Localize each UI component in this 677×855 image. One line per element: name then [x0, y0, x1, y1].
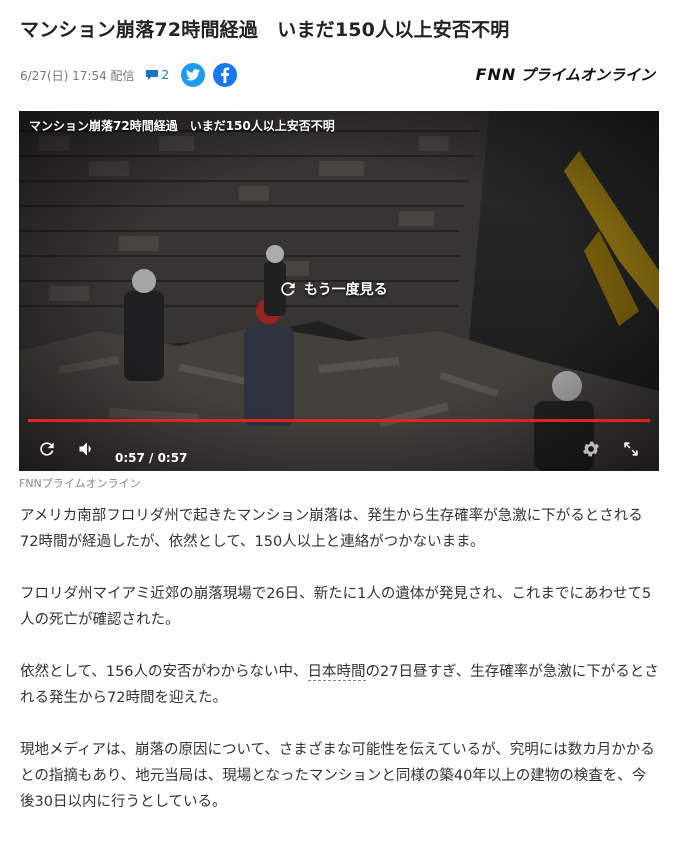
video-time: 0:57 / 0:57	[115, 451, 188, 465]
video-player[interactable]: マンション崩落72時間経過 いまだ150人以上安否不明 もう一度見る 0:57 …	[19, 111, 659, 471]
paragraph: 依然として、156人の安否がわからない中、日本時間の27日昼すぎ、生存確率が急激…	[20, 659, 660, 711]
replay-control-button[interactable]	[37, 439, 57, 463]
article-meta: 6/27(日) 17:54 配信 2	[20, 62, 238, 88]
video-controls: 0:57 / 0:57	[19, 425, 659, 471]
paragraph-text: 依然として、156人の安否がわからない中、	[20, 664, 308, 680]
comment-link[interactable]: 2	[145, 68, 170, 82]
twitter-share-button[interactable]	[181, 63, 206, 87]
replay-label: もう一度見る	[304, 282, 388, 298]
settings-button[interactable]	[581, 439, 601, 463]
paragraph: フロリダ州マイアミ近郊の崩落現場で26日、新たに1人の遺体が発見され、これまでに…	[20, 586, 652, 628]
article-body: アメリカ南部フロリダ州で起きたマンション崩落は、発生から生存確率が急激に下がると…	[20, 503, 660, 841]
replay-icon	[281, 282, 295, 296]
progress-bar[interactable]	[28, 419, 650, 422]
replay-button[interactable]: もう一度見る	[278, 279, 388, 299]
gear-icon	[583, 441, 599, 457]
progress-fill	[28, 419, 650, 422]
glossary-link[interactable]: 日本時間	[307, 664, 366, 681]
publish-date: 6/27(日) 17:54 配信	[20, 68, 135, 83]
comment-icon	[145, 70, 158, 80]
provider-brand: FNN	[475, 64, 517, 84]
paragraph: 現地メディアは、崩落の原因について、さまざまな可能性を伝えているが、究明には数カ…	[20, 742, 655, 810]
facebook-icon	[221, 67, 230, 83]
facebook-share-button[interactable]	[213, 63, 238, 87]
comment-count: 2	[161, 68, 170, 82]
replay-small-icon	[40, 442, 54, 456]
article-title: マンション崩落72時間経過 いまだ150人以上安否不明	[20, 19, 510, 41]
twitter-icon	[186, 69, 201, 81]
fullscreen-button[interactable]	[621, 439, 641, 463]
provider-logo[interactable]: FNN プライムオンライン	[476, 64, 655, 84]
volume-button[interactable]	[77, 439, 97, 463]
video-caption: FNNプライムオンライン	[19, 477, 141, 490]
provider-name: プライムオンライン	[520, 65, 655, 84]
volume-icon	[79, 442, 91, 456]
paragraph: アメリカ南部フロリダ州で起きたマンション崩落は、発生から生存確率が急激に下がると…	[20, 508, 643, 550]
fullscreen-icon	[624, 442, 638, 456]
video-overlay-title: マンション崩落72時間経過 いまだ150人以上安否不明	[29, 119, 335, 133]
